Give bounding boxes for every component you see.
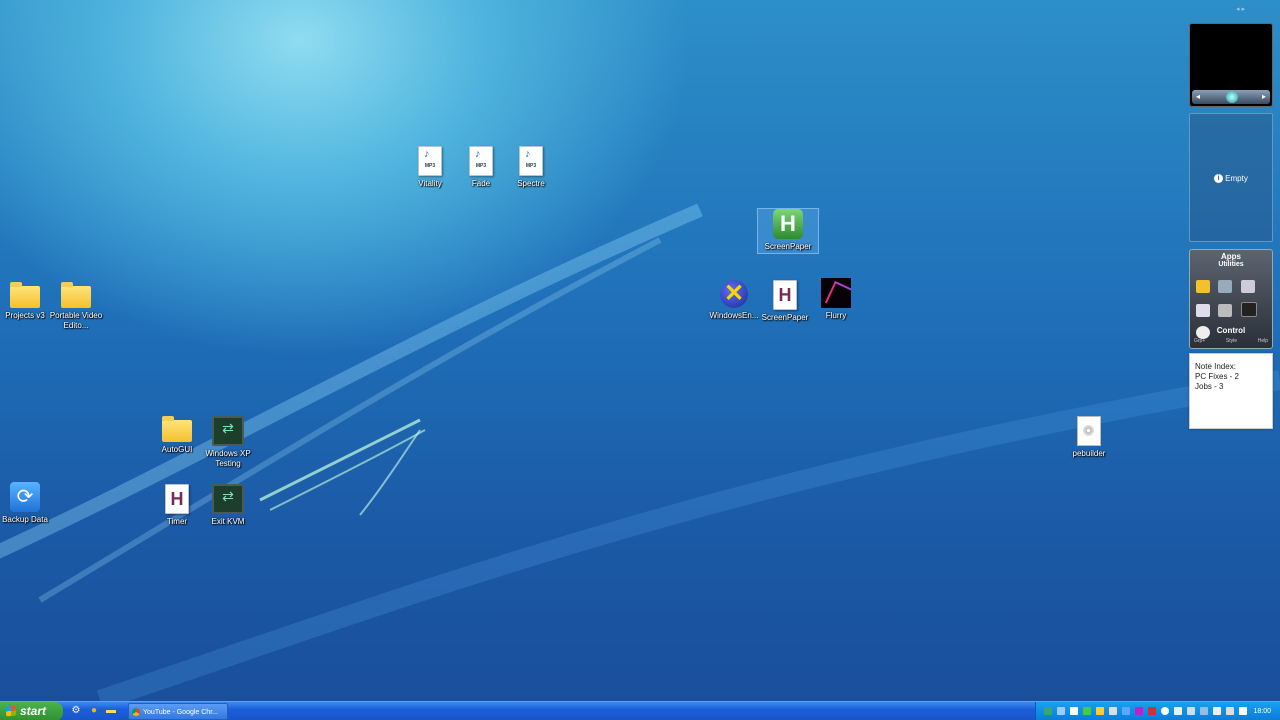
empty-label: Empty <box>1225 174 1248 183</box>
start-button[interactable]: start <box>0 702 63 720</box>
screenpaper-selected-icon[interactable]: H ScreenPaper <box>757 208 819 254</box>
pebuilder-icon[interactable]: pebuilder <box>1059 414 1119 459</box>
apps-grid <box>1194 278 1270 346</box>
apps-gadget[interactable]: Apps Utilities Control Grp+ Style Help <box>1189 249 1273 349</box>
taskbar-window-chrome[interactable]: YouTube - Google Chr... <box>128 703 228 720</box>
help-link[interactable]: Help <box>1258 338 1268 344</box>
notes-gadget[interactable]: Note Index: PC Fixes - 2 Jobs - 3 <box>1189 353 1273 429</box>
windows-xp-testing-icon[interactable]: Windows XP Testing <box>198 414 258 469</box>
chrome-icon <box>132 708 140 716</box>
windows-flag-icon <box>6 705 16 717</box>
kvm-monitor-icon <box>212 484 244 514</box>
taskbar: start ⚙ ● ▬ YouTube - Google Chr... 18:0… <box>0 701 1280 720</box>
icon-label: Backup Data <box>2 515 48 524</box>
tray-icon[interactable] <box>1057 707 1065 715</box>
start-label: start <box>20 704 47 718</box>
tray-icon[interactable] <box>1148 707 1156 715</box>
icon-label: Flurry <box>825 311 847 320</box>
tray-icon[interactable] <box>1200 707 1208 715</box>
sync-icon: ⟳ <box>10 482 40 512</box>
tray-icon[interactable] <box>1122 707 1130 715</box>
folder-icon[interactable] <box>1196 280 1210 293</box>
apps-control-label[interactable]: Control <box>1190 326 1272 335</box>
tray-icon[interactable] <box>1161 707 1169 715</box>
wallpaper-swoosh <box>0 203 1280 701</box>
note-line: Jobs - 3 <box>1195 382 1224 391</box>
device-icon[interactable] <box>1240 280 1255 293</box>
tray-icon[interactable] <box>1213 707 1221 715</box>
spectre-mp3-icon[interactable]: ♪ MP3 Spectre <box>501 144 561 189</box>
icon-label: Exit KVM <box>211 517 245 526</box>
tray-icon[interactable] <box>1187 707 1195 715</box>
next-icon[interactable]: ▸ <box>1262 92 1266 101</box>
icon-label: Portable Video Edito... <box>49 311 103 330</box>
apps-subtitle[interactable]: Utilities <box>1190 261 1272 268</box>
disc-file-icon <box>1077 416 1101 446</box>
tray-icon[interactable] <box>1096 707 1104 715</box>
play-button[interactable] <box>1226 91 1238 103</box>
document-icon[interactable] <box>1196 304 1210 317</box>
icon-label: Windows XP Testing <box>205 449 251 468</box>
window-title: YouTube - Google Chr... <box>143 709 218 716</box>
h-app-icon: H <box>773 209 803 239</box>
tray-icon[interactable] <box>1083 707 1091 715</box>
x-ball-icon: ✕ <box>720 280 748 308</box>
folder-icon <box>162 416 192 442</box>
group-link[interactable]: Grp+ <box>1194 338 1205 344</box>
icon-label: pebuilder <box>1072 449 1106 458</box>
folder-icon <box>61 282 91 308</box>
empty-gadget[interactable]: i Empty <box>1189 113 1273 242</box>
flurry-screensaver-icon <box>821 278 851 308</box>
media-player-gadget[interactable]: ◂ ▸ <box>1189 23 1273 107</box>
sidebar-nav-arrows[interactable]: ◂ ▸ <box>1236 5 1245 13</box>
kvm-monitor-icon <box>212 416 244 446</box>
mp3-file-icon: ♪ MP3 <box>519 146 543 176</box>
quicklaunch-chrome-icon[interactable]: ● <box>88 705 100 717</box>
portable-video-folder-icon[interactable]: Portable Video Edito... <box>46 280 106 331</box>
scanner-icon[interactable] <box>1218 280 1233 293</box>
info-icon: i <box>1214 174 1224 184</box>
exit-kvm-icon[interactable]: Exit KVM <box>198 482 258 527</box>
quicklaunch-network-icon[interactable]: ⚙ <box>70 705 82 717</box>
mp3-file-icon: ♪ MP3 <box>418 146 442 176</box>
apps-title: Apps <box>1221 252 1241 261</box>
note-line: Note Index: <box>1195 362 1236 371</box>
h-document-icon: H <box>165 484 189 514</box>
system-tray: 18:00 <box>1035 702 1280 720</box>
tray-icon[interactable] <box>1109 707 1117 715</box>
tray-icon[interactable] <box>1044 707 1052 715</box>
calculator-icon[interactable] <box>1218 304 1233 317</box>
folder-icon <box>10 282 40 308</box>
previous-icon[interactable]: ◂ <box>1196 92 1200 101</box>
onenote-tray-icon[interactable] <box>1135 707 1143 715</box>
quicklaunch-folder-icon[interactable]: ▬ <box>105 705 117 717</box>
h-document-icon: H <box>773 280 797 310</box>
clock[interactable]: 18:00 <box>1253 702 1271 720</box>
tray-icon[interactable] <box>1070 707 1078 715</box>
flurry-icon[interactable]: Flurry <box>806 278 866 321</box>
backup-data-icon[interactable]: ⟳ Backup Data <box>0 482 55 525</box>
note-line: PC Fixes - 2 <box>1195 372 1240 381</box>
network-icon[interactable] <box>1226 707 1234 715</box>
mp3-file-icon: ♪ MP3 <box>469 146 493 176</box>
volume-icon[interactable] <box>1239 707 1247 715</box>
desktop[interactable]: ♪ MP3 Vitality ♪ MP3 Fade ♪ MP3 Spectre H S… <box>0 0 1280 701</box>
tray-icon[interactable] <box>1174 707 1182 715</box>
icon-label: ScreenPaper <box>764 242 812 251</box>
terminal-icon[interactable] <box>1240 302 1257 317</box>
media-controls[interactable]: ◂ ▸ <box>1192 90 1270 104</box>
apps-sub-links: Grp+ Style Help <box>1194 338 1268 344</box>
style-link[interactable]: Style <box>1226 338 1237 344</box>
icon-label: Spectre <box>517 179 545 188</box>
